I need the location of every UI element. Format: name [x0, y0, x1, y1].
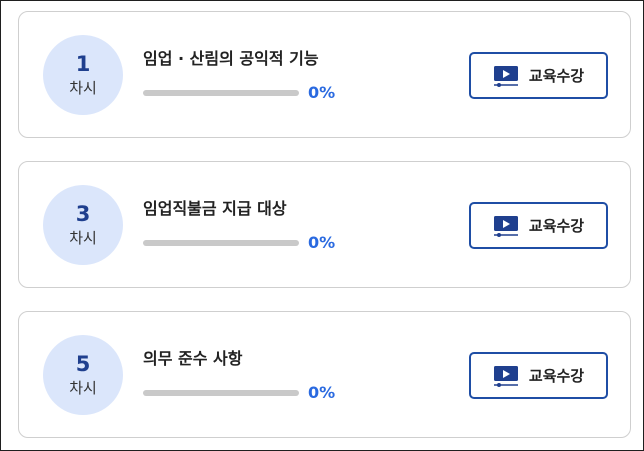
- lesson-list: 1 차시 임업 · 산림의 공익적 기능 0% 교육수강 3 차시 임업직불금: [0, 0, 644, 451]
- lesson-unit-label: 차시: [69, 379, 97, 397]
- progress-bar: [143, 90, 299, 96]
- lesson-title: 임업 · 산림의 공익적 기능: [143, 49, 319, 68]
- start-course-button[interactable]: 교육수강: [469, 52, 608, 99]
- lesson-number-badge: 3 차시: [43, 185, 123, 265]
- lesson-number-badge: 5 차시: [43, 335, 123, 415]
- progress-percent: 0%: [308, 233, 336, 252]
- lesson-unit-label: 차시: [69, 79, 97, 97]
- lesson-number: 1: [75, 52, 91, 76]
- lesson-number: 3: [75, 202, 91, 226]
- start-course-label: 교육수강: [528, 217, 585, 235]
- lesson-title: 임업직불금 지급 대상: [143, 199, 287, 218]
- start-course-label: 교육수강: [528, 367, 585, 385]
- lesson-unit-label: 차시: [69, 229, 97, 247]
- progress-percent: 0%: [308, 83, 336, 102]
- lesson-card: 5 차시 의무 준수 사항 0% 교육수강: [18, 311, 631, 438]
- start-course-button[interactable]: 교육수강: [469, 352, 608, 399]
- lesson-number: 5: [75, 352, 91, 376]
- progress-bar: [143, 390, 299, 396]
- video-play-icon: [493, 65, 519, 87]
- progress-bar: [143, 240, 299, 246]
- lesson-card: 3 차시 임업직불금 지급 대상 0% 교육수강: [18, 161, 631, 288]
- start-course-button[interactable]: 교육수강: [469, 202, 608, 249]
- lesson-number-badge: 1 차시: [43, 35, 123, 115]
- lesson-card: 1 차시 임업 · 산림의 공익적 기능 0% 교육수강: [18, 11, 631, 138]
- progress-percent: 0%: [308, 383, 336, 402]
- video-play-icon: [493, 215, 519, 237]
- start-course-label: 교육수강: [528, 67, 585, 85]
- video-play-icon: [493, 365, 519, 387]
- lesson-title: 의무 준수 사항: [143, 349, 243, 368]
